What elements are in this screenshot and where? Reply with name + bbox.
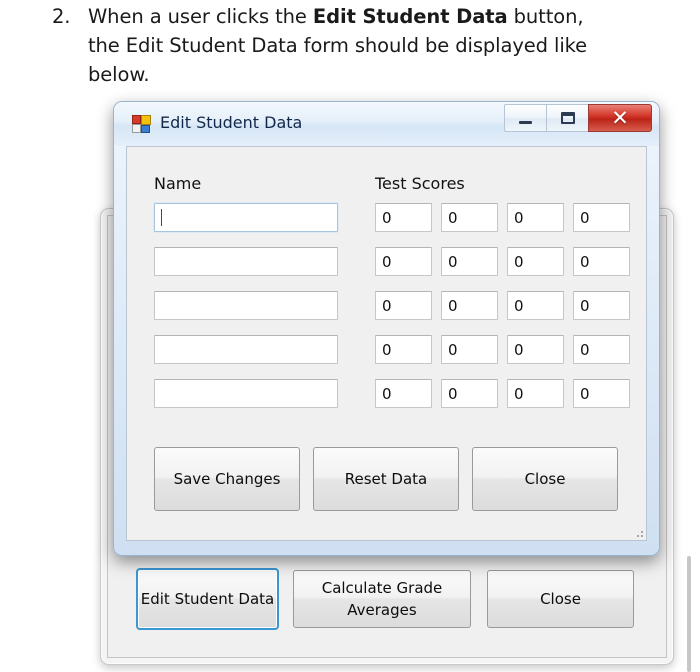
score-input-4-3[interactable]: 0: [507, 335, 564, 364]
score-input-5-1[interactable]: 0: [375, 379, 432, 408]
score-input-5-4[interactable]: 0: [573, 379, 630, 408]
edit-student-data-dialog: Edit Student Data ✕ Name Test Scores 0 0…: [113, 101, 660, 556]
name-column-label: Name: [154, 174, 202, 193]
save-changes-button[interactable]: Save Changes: [154, 447, 300, 511]
score-input-3-1[interactable]: 0: [375, 291, 432, 320]
score-input-1-1[interactable]: 0: [375, 203, 432, 232]
score-input-1-3[interactable]: 0: [507, 203, 564, 232]
score-input-3-2[interactable]: 0: [441, 291, 498, 320]
restore-icon: [560, 112, 575, 124]
instruction-line-1-pre: When a user clicks the: [88, 5, 313, 28]
calculate-grade-averages-button[interactable]: Calculate Grade Averages: [293, 570, 471, 628]
score-input-5-3[interactable]: 0: [507, 379, 564, 408]
dialog-close-button[interactable]: Close: [472, 447, 618, 511]
list-number: 2.: [52, 5, 71, 28]
score-input-4-1[interactable]: 0: [375, 335, 432, 364]
score-input-1-2[interactable]: 0: [441, 203, 498, 232]
name-input-4[interactable]: [154, 335, 338, 364]
reset-data-button[interactable]: Reset Data: [313, 447, 459, 511]
score-input-4-2[interactable]: 0: [441, 335, 498, 364]
close-icon: ✕: [611, 105, 629, 130]
edit-student-data-button[interactable]: Edit Student Data: [136, 568, 279, 630]
winforms-icon: [132, 115, 151, 134]
minimize-button[interactable]: [504, 104, 546, 132]
dialog-client-area: Name Test Scores 0 0 0 0 0 0 0 0 0 0 0 0…: [126, 146, 647, 541]
instruction-emphasis: Edit Student Data: [312, 5, 508, 28]
background-window-button-bar: Edit Student Data Calculate Grade Averag…: [136, 568, 636, 632]
name-input-3[interactable]: [154, 291, 338, 320]
caption-button-group: ✕: [504, 104, 652, 134]
dialog-titlebar[interactable]: Edit Student Data ✕: [114, 102, 659, 146]
instruction-line-2: the Edit Student Data form should be dis…: [88, 34, 588, 57]
background-close-button[interactable]: Close: [487, 570, 634, 628]
name-input-5[interactable]: [154, 379, 338, 408]
resize-grip[interactable]: [633, 527, 643, 537]
score-input-5-2[interactable]: 0: [441, 379, 498, 408]
maximize-button[interactable]: [546, 104, 588, 132]
text-caret: [161, 209, 162, 226]
score-input-3-4[interactable]: 0: [573, 291, 630, 320]
name-input-1[interactable]: [154, 203, 338, 232]
score-input-2-1[interactable]: 0: [375, 247, 432, 276]
score-input-2-4[interactable]: 0: [573, 247, 630, 276]
page-scrollbar[interactable]: [687, 556, 691, 672]
close-button[interactable]: ✕: [588, 104, 652, 132]
score-input-1-4[interactable]: 0: [573, 203, 630, 232]
instruction-paragraph: 2. When a user clicks the Edit Student D…: [52, 2, 682, 89]
minimize-icon: [519, 120, 532, 124]
instruction-line-3: below.: [88, 63, 150, 86]
dialog-title: Edit Student Data: [160, 113, 303, 132]
score-input-2-3[interactable]: 0: [507, 247, 564, 276]
score-input-4-4[interactable]: 0: [573, 335, 630, 364]
score-input-3-3[interactable]: 0: [507, 291, 564, 320]
test-scores-column-label: Test Scores: [375, 174, 465, 193]
name-input-2[interactable]: [154, 247, 338, 276]
instruction-line-1-post: button,: [507, 5, 584, 28]
score-input-2-2[interactable]: 0: [441, 247, 498, 276]
instruction-line-1: When a user clicks the Edit Student Data…: [88, 2, 682, 31]
